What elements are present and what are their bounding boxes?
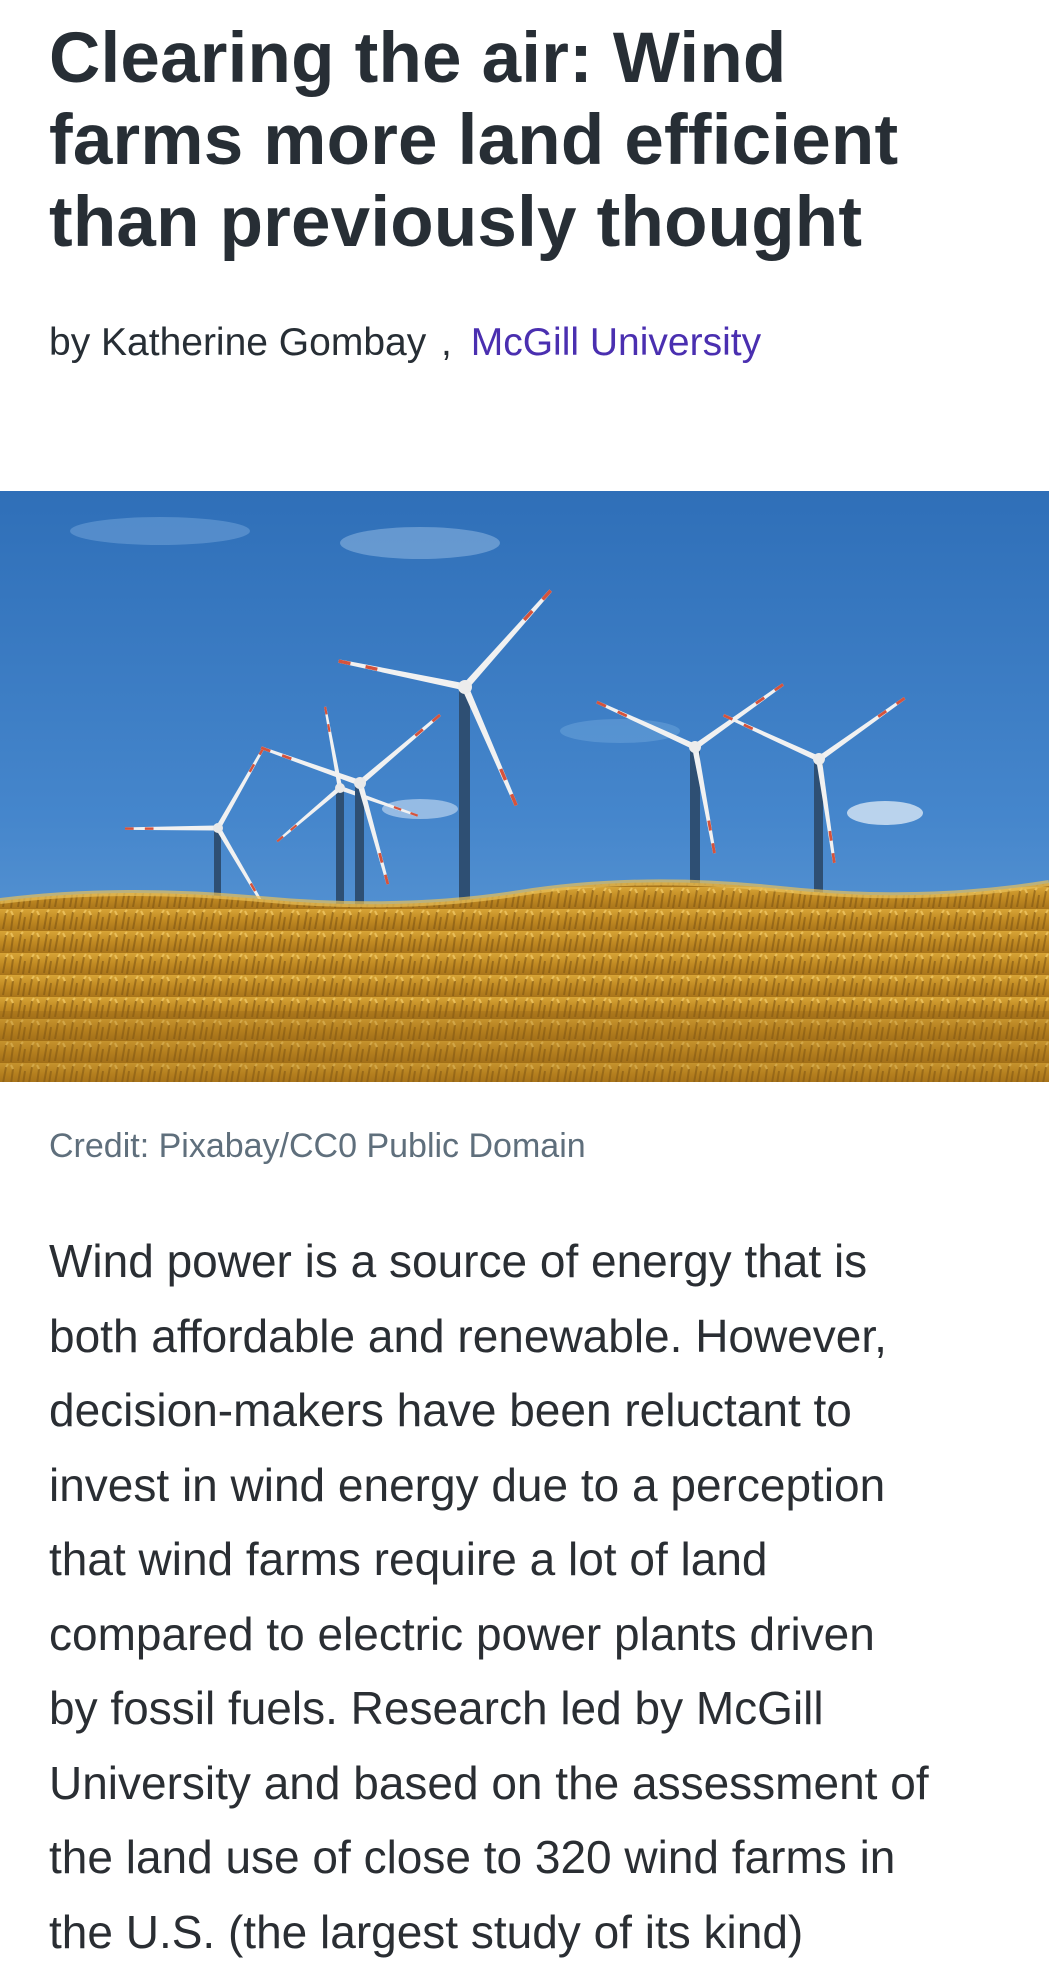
- headline-line: than previously thought: [49, 183, 863, 262]
- byline-separator: ,: [441, 321, 452, 364]
- body-line: both affordable and renewable. However,: [49, 1309, 887, 1362]
- wind-farm-photo: [0, 491, 1049, 1082]
- body-line: the U.S. (the largest study of its kind): [49, 1905, 804, 1958]
- body-line: Wind power is a source of energy that is: [49, 1235, 868, 1287]
- article: Clearing the air: Wind farms more land e…: [0, 0, 1051, 1974]
- headline-line: farms more land efficient: [49, 101, 899, 180]
- body-line: decision-makers have been reluctant to: [49, 1384, 852, 1436]
- body-line: University and based on the assessment o…: [49, 1756, 929, 1809]
- article-body: Wind power is a source of energy that is…: [49, 1224, 1019, 1969]
- body-line: that wind farms require a lot of land: [49, 1533, 768, 1585]
- byline: by Katherine Gombay , McGill University: [49, 318, 761, 368]
- body-line: invest in wind energy due to a perceptio…: [49, 1458, 886, 1511]
- image-credit: Credit: Pixabay/CC0 Public Domain: [49, 1127, 586, 1165]
- body-line: the land use of close to 320 wind farms …: [49, 1831, 896, 1883]
- hero-image: [0, 491, 1049, 1082]
- affiliation-link[interactable]: McGill University: [471, 321, 761, 364]
- headline-line: Clearing the air: Wind: [49, 19, 787, 98]
- author-name: by Katherine Gombay: [49, 321, 427, 364]
- body-line: by fossil fuels. Research led by McGill: [49, 1682, 824, 1734]
- article-headline: Clearing the air: Wind farms more land e…: [49, 18, 1009, 264]
- body-line: compared to electric power plants driven: [49, 1607, 875, 1660]
